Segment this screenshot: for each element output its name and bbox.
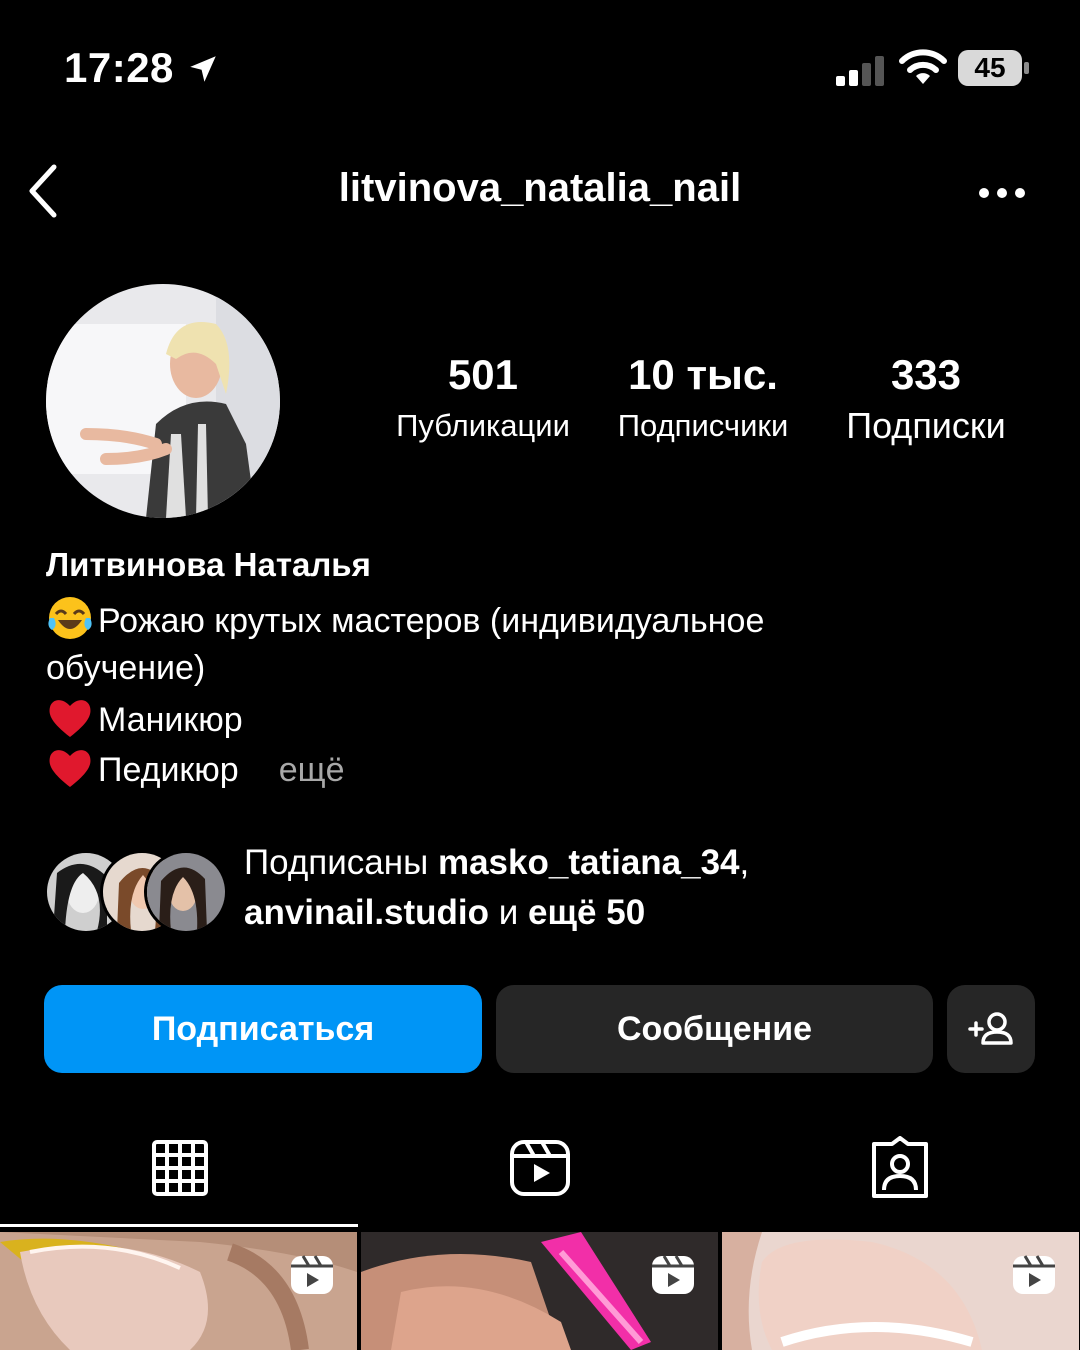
- wifi-icon: [899, 49, 947, 84]
- posts-count-stat: 501 Публикации: [378, 348, 588, 450]
- red-heart-emoji-icon: [49, 700, 91, 737]
- profile-username-title: litvinova_natalia_nail: [338, 166, 742, 210]
- profile-avatar[interactable]: [46, 284, 280, 518]
- red-heart-emoji-icon: [49, 750, 91, 787]
- suggested-accounts-button[interactable]: [947, 985, 1035, 1073]
- profile-display-name: Литвинова Наталья: [46, 546, 371, 583]
- posts-label: Публикации: [396, 408, 570, 443]
- post-thumbnail[interactable]: [361, 1232, 718, 1350]
- bio-line: обучение): [46, 643, 205, 693]
- bio-line: Маникюр: [46, 693, 243, 745]
- more-options-icon[interactable]: [978, 186, 1026, 200]
- battery-indicator: 45: [958, 50, 1030, 86]
- followed-by-prefix: Подписаны: [244, 843, 438, 882]
- bio-text-3: Маникюр: [98, 701, 243, 739]
- grid-icon[interactable]: [148, 1136, 212, 1200]
- posts-count: 501: [447, 351, 519, 398]
- followed-by-conjunction: и: [489, 893, 529, 932]
- location-arrow-icon: [190, 56, 216, 82]
- bio-text-1: Рожаю крутых мастеров (индивидуальное: [98, 602, 765, 640]
- bio-text-4: Педикюр: [98, 751, 239, 789]
- mutual-follower-avatar[interactable]: [144, 850, 228, 934]
- following-stat[interactable]: 333 Подписки: [820, 348, 1032, 450]
- bio-line: Рожаю крутых мастеров (индивидуальное: [46, 594, 764, 646]
- add-person-icon: [968, 1012, 1013, 1045]
- laughing-tears-emoji-icon: [48, 597, 92, 639]
- active-tab-indicator: [0, 1224, 358, 1227]
- battery-level: 45: [974, 52, 1006, 83]
- mutual-follower-name[interactable]: anvinail.studio: [244, 893, 489, 932]
- bio-more-link[interactable]: ещё: [279, 751, 345, 789]
- reel-badge-icon: [1013, 1255, 1055, 1294]
- cellular-signal-icon: [836, 56, 884, 86]
- followed-by-text[interactable]: Подписаны masko_tatiana_34, anvinail.stud…: [244, 838, 1004, 938]
- status-time: 17:28: [64, 44, 174, 91]
- message-button[interactable]: Сообщение: [496, 985, 933, 1073]
- reel-badge-icon: [652, 1255, 694, 1294]
- following-count: 333: [890, 351, 962, 398]
- mutual-follower-name[interactable]: masko_tatiana_34: [438, 843, 740, 882]
- followed-by-separator: ,: [739, 843, 750, 882]
- mutual-follower-count[interactable]: ещё 50: [528, 893, 645, 932]
- tagged-person-icon[interactable]: [868, 1136, 932, 1200]
- bio-line: Педикюр ещё: [46, 743, 345, 795]
- following-label: Подписки: [846, 405, 1006, 446]
- followers-stat[interactable]: 10 тыс. Подписчики: [598, 348, 808, 450]
- followers-count: 10 тыс.: [628, 351, 778, 398]
- reels-icon[interactable]: [508, 1136, 572, 1200]
- reel-badge-icon: [291, 1255, 333, 1294]
- bio-text-2: обучение): [46, 649, 206, 687]
- post-thumbnail[interactable]: [722, 1232, 1079, 1350]
- post-thumbnail[interactable]: [0, 1232, 357, 1350]
- followers-label: Подписчики: [617, 408, 789, 443]
- follow-button[interactable]: Подписаться: [44, 985, 482, 1073]
